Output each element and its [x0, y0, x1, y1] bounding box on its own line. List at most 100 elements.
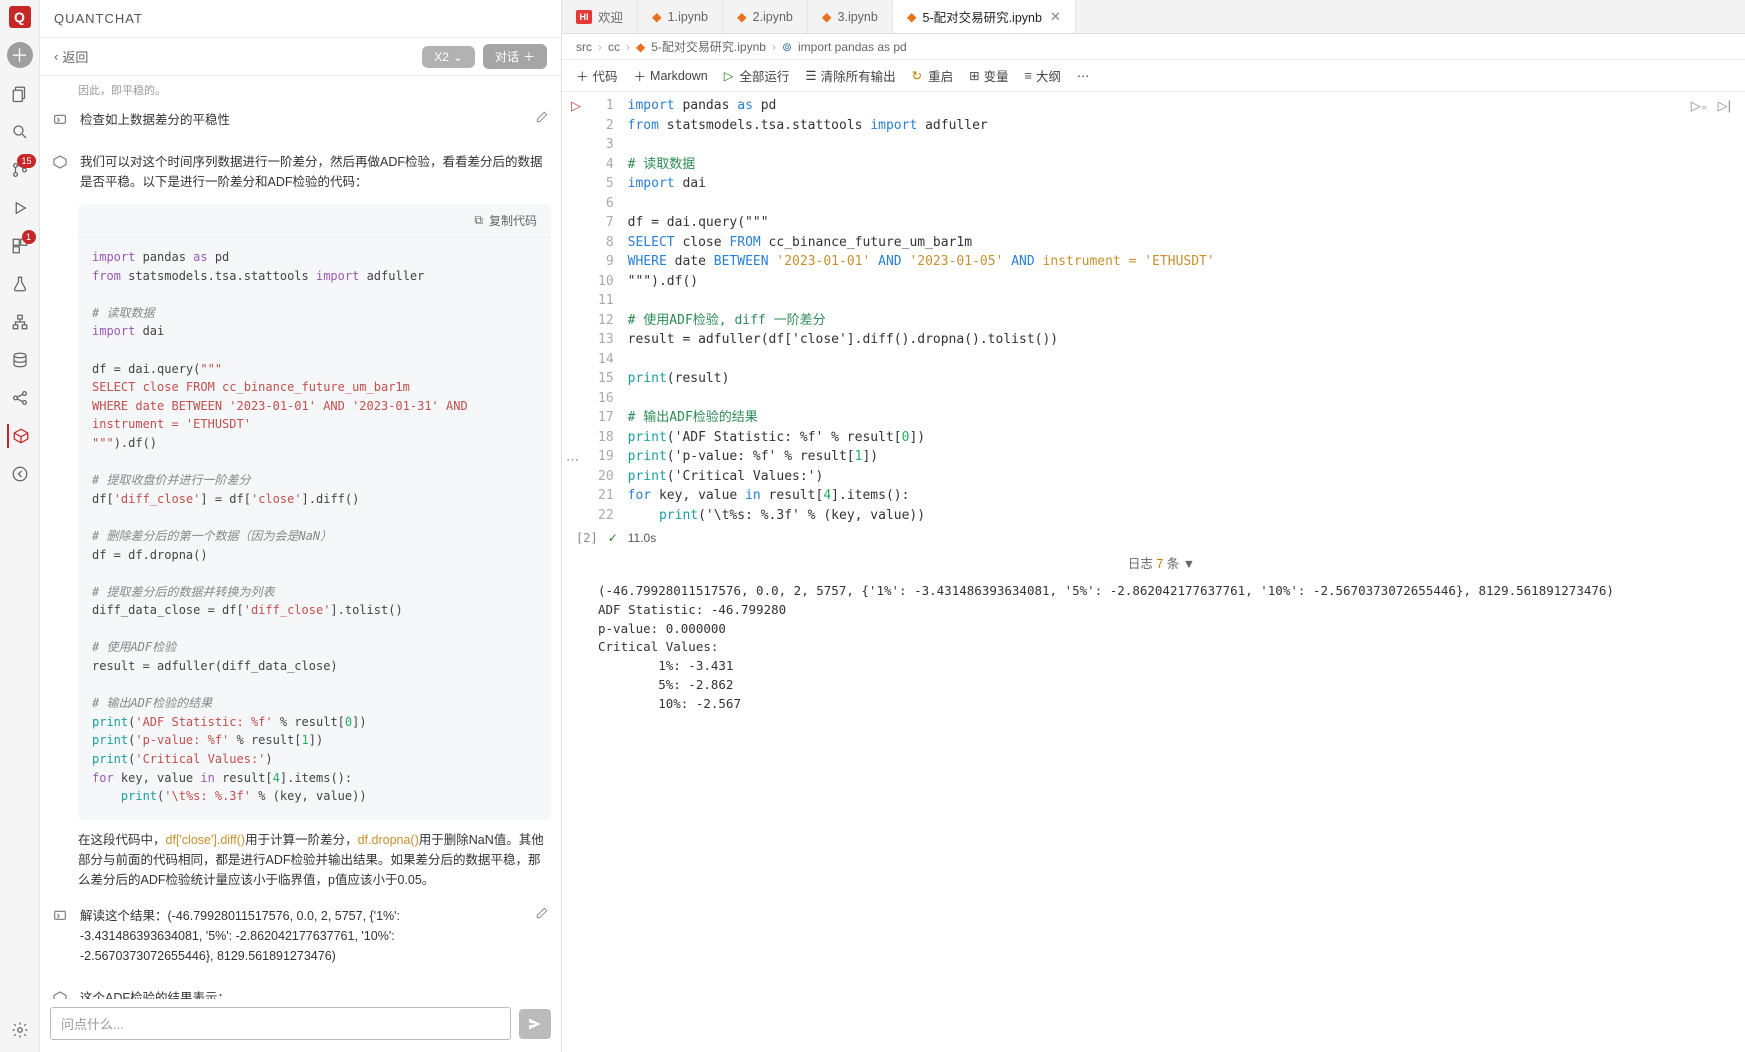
tab-label: 欢迎	[598, 7, 623, 26]
assistant-icon	[52, 990, 70, 999]
tab-3[interactable]: ◆ 3.ipynb	[808, 0, 893, 33]
execute-below-icon[interactable]: ▷|	[1718, 98, 1731, 114]
assistant-icon	[52, 154, 70, 172]
assistant-message-1b: 在这段代码中，df['close'].diff()用于计算一阶差分，df.dro…	[50, 830, 551, 890]
code-cell[interactable]: 12345678910111213141516171819202122 impo…	[598, 96, 1725, 525]
chevron-down-icon: ⌄	[453, 50, 463, 64]
notebook-icon: ◆	[907, 9, 917, 24]
editor-area: HI 欢迎 ◆ 1.ipynb ◆ 2.ipynb ◆ 3.ipynb ◆ 5-配对交易研…	[562, 0, 1745, 1052]
notebook-icon: ◆	[822, 9, 832, 24]
notebook[interactable]: ▷₌ ▷| ⋯ ▷ 123456789101112131415161718192…	[562, 92, 1745, 1052]
welcome-icon: HI	[576, 10, 592, 24]
timeline-icon[interactable]	[8, 462, 32, 486]
tab-5[interactable]: ◆ 5-配对交易研究.ipynb ✕	[893, 0, 1076, 33]
share-icon[interactable]	[8, 386, 32, 410]
add-markdown-button[interactable]: ＋Markdown	[634, 66, 708, 85]
extensions-icon[interactable]: 1	[8, 234, 32, 258]
tab-label: 3.ipynb	[838, 10, 878, 24]
close-tab-icon[interactable]: ✕	[1050, 9, 1061, 25]
restart-button[interactable]: ↻重启	[912, 66, 954, 85]
app-logo-icon[interactable]: Q	[9, 6, 31, 28]
files-icon[interactable]	[8, 82, 32, 106]
crumb-symbol[interactable]: import pandas as pd	[798, 40, 907, 54]
add-code-button[interactable]: ＋代码	[576, 66, 618, 85]
back-button[interactable]: ‹ 返回	[54, 47, 88, 66]
tb-label: 清除所有输出	[821, 66, 896, 85]
ext-badge: 1	[22, 230, 36, 244]
breadcrumb[interactable]: src› cc› ◆5-配对交易研究.ipynb› ⊚import pandas…	[562, 34, 1745, 60]
crumb-file[interactable]: 5-配对交易研究.ipynb	[651, 38, 766, 55]
chat-icon[interactable]	[7, 424, 31, 448]
tb-label: 重启	[928, 66, 953, 85]
assistant-message-1: 我们可以对这个时间序列数据进行一阶差分，然后再做ADF检验，看看差分后的数据是否…	[80, 152, 549, 192]
chat-input[interactable]: 问点什么...	[50, 1007, 511, 1040]
user-prompt-icon	[52, 908, 70, 926]
clear-outputs-button[interactable]: ☰清除所有输出	[805, 66, 895, 85]
tb-label: 全部运行	[739, 66, 789, 85]
notebook-icon: ◆	[652, 9, 662, 24]
chat-title: QUANTCHAT	[40, 0, 561, 38]
user-prompt-icon	[52, 112, 70, 130]
x2-button[interactable]: X2 ⌄	[422, 46, 475, 68]
tab-label: 1.ipynb	[668, 10, 708, 24]
plus-icon: ＋	[523, 48, 535, 65]
chevron-left-icon: ‹	[54, 49, 58, 64]
tb-label: Markdown	[650, 69, 708, 83]
dialog-button[interactable]: 对话＋	[483, 44, 547, 69]
new-button[interactable]: ＋	[7, 42, 33, 68]
assistant-message-2: 这个ADF检验的结果表示： ADF Statistic（ADF检验统计量）：-4…	[80, 988, 549, 999]
edit-icon[interactable]	[535, 906, 549, 920]
user-message-2: 解读这个结果：(-46.79928011517576, 0.0, 2, 5757…	[80, 906, 519, 966]
log-bar[interactable]: 日志 7 条 ▼	[598, 549, 1725, 578]
send-button[interactable]	[519, 1009, 551, 1039]
crumb-cc[interactable]: cc	[608, 40, 620, 54]
python-icon: ⊚	[782, 40, 792, 54]
user-message-1: 检查如上数据差分的平稳性	[80, 110, 519, 130]
outline-button[interactable]: ≡大纲	[1025, 66, 1061, 85]
settings-gear-icon[interactable]	[8, 1018, 32, 1042]
source-control-icon[interactable]: 15	[8, 158, 32, 182]
notebook-icon: ◆	[636, 40, 645, 54]
tb-label: 变量	[984, 66, 1009, 85]
tab-2[interactable]: ◆ 2.ipynb	[723, 0, 808, 33]
chat-body[interactable]: 因此，即平稳的。 检查如上数据差分的平稳性 我们可以对这个时间序列数据进行一阶差…	[40, 76, 561, 999]
cell-more-icon[interactable]: ⋯	[566, 452, 579, 468]
tab-bar: HI 欢迎 ◆ 1.ipynb ◆ 2.ipynb ◆ 3.ipynb ◆ 5-配对交易研…	[562, 0, 1745, 34]
tb-label: 代码	[593, 66, 618, 85]
code-content: import pandas as pd from statsmodels.tsa…	[78, 238, 551, 820]
code-lines[interactable]: import pandas as pd from statsmodels.tsa…	[628, 96, 1215, 525]
check-icon: ✓	[608, 531, 618, 545]
notebook-icon: ◆	[737, 9, 747, 24]
copy-icon[interactable]: ⧉	[474, 213, 483, 228]
exec-time: 11.0s	[628, 531, 656, 545]
flask-icon[interactable]	[8, 272, 32, 296]
notebook-toolbar: ＋代码 ＋Markdown ▷全部运行 ☰清除所有输出 ↻重启 ⊞变量 ≡大纲 …	[562, 60, 1745, 92]
back-label: 返回	[62, 47, 88, 66]
cell-output: (-46.79928011517576, 0.0, 2, 5757, {'1%'…	[598, 578, 1725, 733]
tb-label: 大纲	[1036, 66, 1061, 85]
run-cell-icon[interactable]: ▷	[571, 98, 581, 114]
tab-1[interactable]: ◆ 1.ipynb	[638, 0, 723, 33]
run-all-button[interactable]: ▷全部运行	[724, 66, 790, 85]
dialog-label: 对话	[495, 48, 519, 65]
tab-label: 5-配对交易研究.ipynb	[922, 7, 1041, 26]
tab-welcome[interactable]: HI 欢迎	[562, 0, 638, 33]
run-by-line-icon[interactable]: ▷₌	[1691, 98, 1708, 114]
line-numbers: 12345678910111213141516171819202122	[598, 96, 628, 525]
faint-line: 因此，即平稳的。	[50, 82, 551, 104]
copy-code-button[interactable]: 复制代码	[489, 212, 537, 229]
more-button[interactable]: ⋯	[1077, 68, 1090, 83]
search-icon[interactable]	[8, 120, 32, 144]
exec-count: [2]	[576, 531, 598, 545]
chat-panel: QUANTCHAT ‹ 返回 X2 ⌄ 对话＋ 因此，即平稳的。 检查如上数据差分的…	[40, 0, 562, 1052]
run-debug-icon[interactable]	[8, 196, 32, 220]
variables-button[interactable]: ⊞变量	[969, 66, 1009, 85]
edit-icon[interactable]	[535, 110, 549, 124]
tab-label: 2.ipynb	[753, 10, 793, 24]
activity-bar: Q ＋ 15 1	[0, 0, 40, 1052]
x2-label: X2	[434, 50, 449, 64]
database-icon[interactable]	[8, 348, 32, 372]
scm-badge: 15	[17, 154, 35, 168]
hierarchy-icon[interactable]	[8, 310, 32, 334]
crumb-src[interactable]: src	[576, 40, 592, 54]
